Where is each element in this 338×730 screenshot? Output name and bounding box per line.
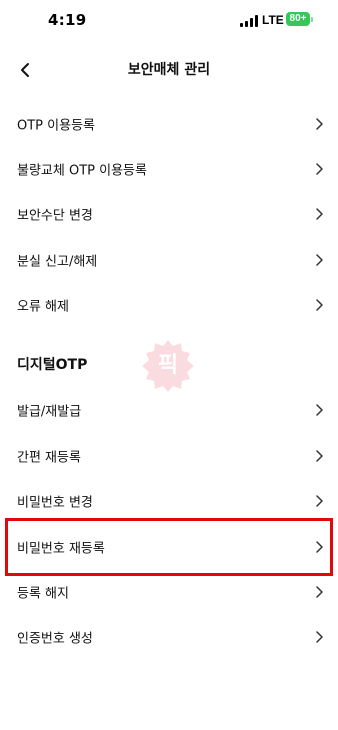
menu-item-label: 발급/재발급 — [17, 404, 82, 420]
watermark-badge: 픽 — [140, 338, 196, 394]
network-type: LTE — [262, 13, 284, 27]
menu-item-issue-reissue[interactable]: 발급/재발급 — [0, 388, 338, 432]
page-title: 보안매체 관리 — [127, 62, 211, 78]
menu-item-loss-report[interactable]: 분실 신고/해제 — [0, 238, 338, 282]
chevron-right-icon — [316, 254, 323, 266]
chevron-right-icon — [316, 163, 323, 175]
chevron-right-icon — [316, 299, 323, 311]
menu-item-label: OTP 이용등록 — [17, 118, 95, 134]
menu-item-label: 불량교체 OTP 이용등록 — [17, 163, 147, 179]
chevron-right-icon — [316, 495, 323, 507]
menu-item-label: 분실 신고/해제 — [17, 254, 98, 270]
chevron-right-icon — [316, 404, 323, 416]
watermark-text: 픽 — [157, 353, 179, 378]
menu-item-otp-register[interactable]: OTP 이용등록 — [0, 102, 338, 146]
menu-item-label: 비밀번호 변경 — [17, 495, 93, 511]
status-time: 4:19 — [48, 11, 87, 29]
nav-bar: 보안매체 관리 — [0, 48, 338, 92]
menu-item-change-security[interactable]: 보안수단 변경 — [0, 192, 338, 236]
menu-item-simple-reregister[interactable]: 간편 재등록 — [0, 434, 338, 478]
menu-item-label: 간편 재등록 — [17, 450, 81, 466]
battery-tip — [311, 17, 313, 22]
battery-icon: 80+ — [286, 12, 310, 26]
highlight-box — [5, 518, 333, 576]
chevron-right-icon — [316, 586, 323, 598]
chevron-right-icon — [316, 450, 323, 462]
menu-item-label: 등록 해지 — [17, 586, 69, 602]
menu-item-label: 인증번호 생성 — [17, 631, 93, 647]
menu-item-generate-auth-code[interactable]: 인증번호 생성 — [0, 615, 338, 659]
section-title-digital-otp: 디지털OTP — [17, 357, 88, 373]
menu-item-label: 오류 해제 — [17, 299, 69, 315]
chevron-right-icon — [316, 118, 323, 130]
menu-item-defective-replace[interactable]: 불량교체 OTP 이용등록 — [0, 147, 338, 191]
menu-item-label: 보안수단 변경 — [17, 208, 93, 224]
menu-item-change-password[interactable]: 비밀번호 변경 — [0, 479, 338, 523]
menu-item-error-clear[interactable]: 오류 해제 — [0, 283, 338, 327]
chevron-right-icon — [316, 631, 323, 643]
status-bar: 4:19 LTE 80+ — [0, 0, 338, 44]
signal-strength-icon — [240, 15, 258, 27]
battery-level: 80+ — [289, 13, 307, 24]
chevron-right-icon — [316, 208, 323, 220]
menu-item-cancel-registration[interactable]: 등록 해지 — [0, 570, 338, 614]
